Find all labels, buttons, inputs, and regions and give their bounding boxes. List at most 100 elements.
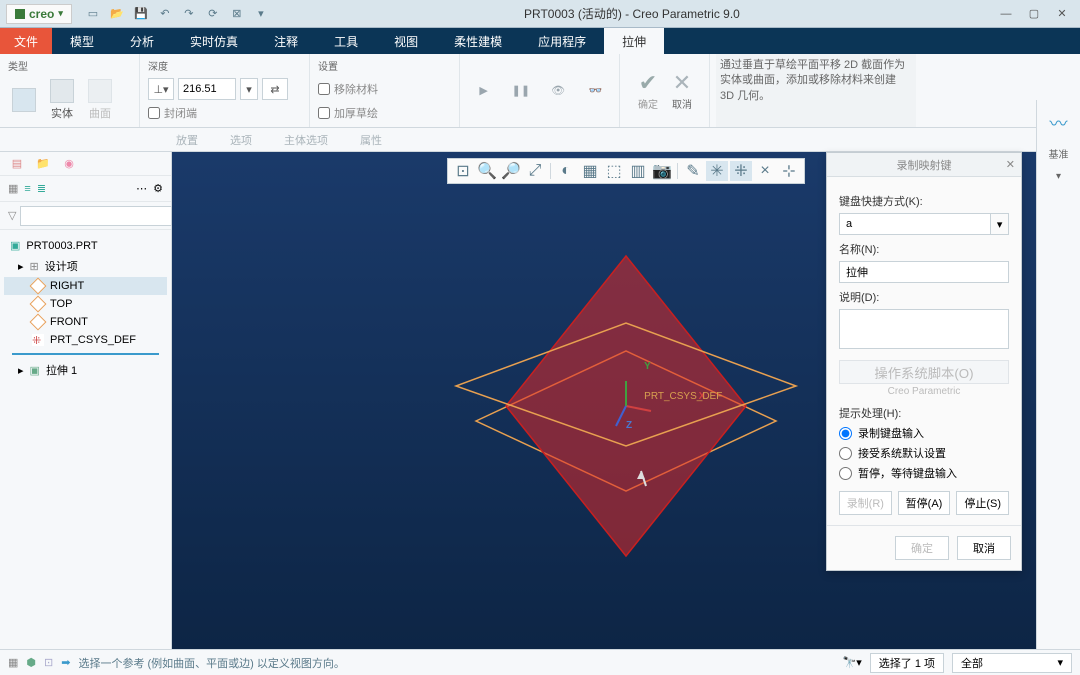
minimize-button[interactable]: — — [994, 5, 1018, 23]
selection-count[interactable]: 选择了 1 项 — [870, 653, 944, 673]
pause-button[interactable]: 暂停(A) — [898, 491, 951, 515]
stop-button[interactable]: 停止(S) — [956, 491, 1009, 515]
tree-settings-icon[interactable]: ⚙ — [153, 182, 163, 195]
group-type-label: 类型 — [8, 58, 131, 73]
zoom-fit-icon[interactable]: ⤢ — [524, 161, 546, 181]
pause-icon[interactable]: ❚❚ — [509, 78, 532, 104]
right-datum-label[interactable]: 基准 — [1049, 146, 1069, 161]
status-icon-3[interactable]: ⊡ — [44, 656, 53, 669]
tree-root[interactable]: ▣PRT0003.PRT — [4, 236, 167, 255]
redo-icon[interactable]: ↷ — [180, 5, 198, 23]
perspective-icon[interactable]: ⬚ — [603, 161, 625, 181]
tree-tab-2[interactable]: 📁 — [34, 155, 52, 173]
close-button[interactable]: ✕ — [1050, 5, 1074, 23]
ribbon: 类型 实体 曲面 深度 ⊥▾ ▾ ⇄ 封闭端 设置 移除材料 加厚草绘 ▶ ❚❚… — [0, 54, 1080, 128]
point-toggle-icon[interactable]: × — [754, 161, 776, 181]
tree-plane-front[interactable]: FRONT — [4, 313, 167, 331]
selection-filter[interactable]: 全部▾ — [952, 653, 1072, 673]
surface-button[interactable]: 曲面 — [84, 77, 116, 123]
dialog-title: 录制映射键 — [897, 157, 952, 173]
undo-icon[interactable]: ↶ — [156, 5, 174, 23]
cube-icon[interactable] — [8, 77, 40, 123]
maximize-button[interactable]: ▢ — [1022, 5, 1046, 23]
depth-flip[interactable]: ⇄ — [262, 78, 288, 100]
csys-toggle-icon[interactable]: ⊹ — [778, 161, 800, 181]
thicken-check[interactable] — [318, 107, 330, 119]
zoom-out-icon[interactable]: 🔎 — [500, 161, 522, 181]
tree-tab-3[interactable]: ◉ — [60, 155, 78, 173]
record-mapkey-dialog: 录制映射键✕ 键盘快捷方式(K): ▾ 名称(N): 说明(D): 操作系统脚本… — [826, 152, 1022, 571]
remove-material-check[interactable] — [318, 83, 330, 95]
tree-design[interactable]: ▸⊞设计项 — [4, 255, 167, 277]
status-icon-2[interactable]: ⬢ — [26, 656, 36, 669]
subtab-props[interactable]: 属性 — [344, 128, 398, 151]
tree-tab-1[interactable]: ▤ — [8, 155, 26, 173]
refit-icon[interactable]: ⊡ — [452, 161, 474, 181]
solid-button[interactable]: 实体 — [46, 77, 78, 123]
open-icon[interactable]: 📂 — [108, 5, 126, 23]
more-icon[interactable]: ▾ — [252, 5, 270, 23]
tree-feature-extrude[interactable]: ▸▣拉伸 1 — [4, 359, 167, 381]
axis-toggle-icon[interactable]: ⁜ — [730, 161, 752, 181]
subtab-body[interactable]: 主体选项 — [268, 128, 344, 151]
tree-plane-top[interactable]: TOP — [4, 295, 167, 313]
shortcut-label: 键盘快捷方式(K): — [839, 193, 1009, 209]
tab-file[interactable]: 文件 — [0, 28, 52, 54]
dialog-cancel-button[interactable]: 取消 — [957, 536, 1011, 560]
tree-separator — [12, 353, 159, 355]
section-icon[interactable]: ▥ — [627, 161, 649, 181]
dialog-ok-button: 确定 — [895, 536, 949, 560]
tab-annotate[interactable]: 注释 — [256, 28, 316, 54]
radio-pause-wait[interactable] — [839, 467, 852, 480]
tree-plane-right[interactable]: RIGHT — [4, 277, 167, 295]
save-icon[interactable]: 💾 — [132, 5, 150, 23]
shortcut-input[interactable] — [839, 213, 991, 235]
tree-tool-4[interactable]: ⋯ — [136, 182, 147, 195]
depth-input[interactable] — [178, 78, 236, 100]
close-win-icon[interactable]: ⊠ — [228, 5, 246, 23]
datum-toggle-icon[interactable]: ✳ — [706, 161, 728, 181]
subtab-options[interactable]: 选项 — [214, 128, 268, 151]
new-icon[interactable]: ▭ — [84, 5, 102, 23]
tab-view[interactable]: 视图 — [376, 28, 436, 54]
dialog-close-icon[interactable]: ✕ — [1006, 158, 1015, 171]
tab-analysis[interactable]: 分析 — [112, 28, 172, 54]
right-wave-icon[interactable]: 〰 — [1050, 110, 1068, 136]
group-depth-label: 深度 — [148, 58, 301, 73]
subtab-placement[interactable]: 放置 — [160, 128, 214, 151]
tab-model[interactable]: 模型 — [52, 28, 112, 54]
inspect-icon[interactable]: 👁 — [547, 78, 570, 104]
name-input[interactable] — [839, 261, 1009, 283]
closed-end-check[interactable] — [148, 107, 160, 119]
regen-icon[interactable]: ⟳ — [204, 5, 222, 23]
zoom-in-icon[interactable]: 🔍 — [476, 161, 498, 181]
tab-extrude[interactable]: 拉伸 — [604, 28, 664, 54]
snapshot-icon[interactable]: 📷 — [651, 161, 673, 181]
play-icon[interactable]: ▶ — [472, 78, 495, 104]
shortcut-dropdown[interactable]: ▾ — [991, 213, 1009, 235]
tree-csys[interactable]: ⁜PRT_CSYS_DEF — [4, 331, 167, 349]
tab-live-sim[interactable]: 实时仿真 — [172, 28, 256, 54]
radio-record-kb[interactable] — [839, 427, 852, 440]
tree-tool-1[interactable]: ▦ — [8, 182, 18, 195]
saved-views-icon[interactable]: ▦ — [579, 161, 601, 181]
radio-accept-default[interactable] — [839, 447, 852, 460]
tree-tool-3[interactable]: ≣ — [37, 182, 46, 195]
annotate-icon[interactable]: ✎ — [682, 161, 704, 181]
status-icon-1[interactable]: ▦ — [8, 656, 18, 669]
confirm-icon[interactable]: ✔ — [638, 70, 658, 96]
tab-flex[interactable]: 柔性建模 — [436, 28, 520, 54]
desc-input[interactable] — [839, 309, 1009, 349]
tree-filter-input[interactable] — [20, 206, 172, 226]
tab-tools[interactable]: 工具 — [316, 28, 376, 54]
tree-tool-2[interactable]: ≡ — [24, 183, 30, 195]
depth-spin[interactable]: ▾ — [240, 78, 258, 100]
cancel-icon[interactable]: ✕ — [672, 70, 692, 96]
find-icon[interactable]: 🔭▾ — [843, 656, 862, 669]
depth-type-select[interactable]: ⊥▾ — [148, 78, 174, 100]
glasses-icon[interactable]: 👓 — [584, 78, 607, 104]
display-style-icon[interactable]: ◐ — [555, 161, 577, 181]
filter-icon[interactable]: ▽ — [8, 209, 16, 222]
tab-apps[interactable]: 应用程序 — [520, 28, 604, 54]
right-chevron[interactable]: ▾ — [1056, 171, 1061, 182]
